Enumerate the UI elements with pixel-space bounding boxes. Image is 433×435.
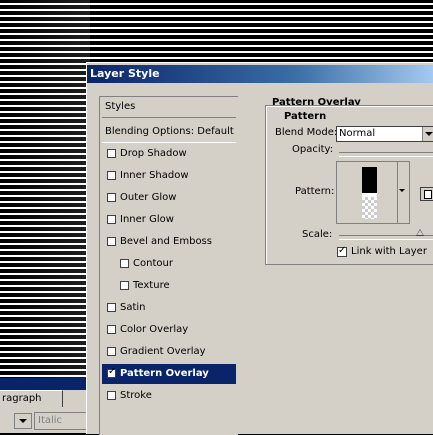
- style-item-inner-glow[interactable]: Inner Glow: [102, 210, 236, 230]
- dialog-titlebar[interactable]: Layer Style: [87, 65, 433, 83]
- style-item-label: Bevel and Emboss: [120, 236, 212, 247]
- style-item-label: Contour: [133, 258, 173, 269]
- chevron-down-icon[interactable]: [399, 186, 407, 196]
- transparency-checker: [362, 197, 377, 219]
- style-item-pattern-overlay[interactable]: ✓ Pattern Overlay: [102, 364, 236, 384]
- style-item-drop-shadow[interactable]: Drop Shadow: [102, 144, 236, 164]
- scale-slider-thumb[interactable]: [416, 229, 424, 236]
- pattern-swatch: [362, 167, 377, 219]
- style-item-label: Outer Glow: [120, 192, 177, 203]
- style-item-texture[interactable]: Texture: [102, 276, 236, 296]
- opacity-slider[interactable]: [339, 152, 433, 157]
- style-checkbox[interactable]: [107, 193, 116, 202]
- style-item-inner-shadow[interactable]: Inner Shadow: [102, 166, 236, 186]
- link-with-layer-checkbox[interactable]: ✓: [337, 245, 347, 257]
- style-checkbox[interactable]: [120, 281, 129, 290]
- layer-style-dialog: Layer Style Styles Blending Options: Defa…: [86, 62, 433, 435]
- opacity-label: Opacity:: [292, 144, 334, 155]
- paragraph-panel-titlebar: [0, 378, 88, 390]
- style-item-label: Texture: [133, 280, 170, 291]
- pattern-label: Pattern:: [295, 186, 335, 197]
- style-checkbox[interactable]: [107, 347, 116, 356]
- striped-canvas: [0, 0, 90, 433]
- link-with-layer-label: Link with Layer: [351, 246, 427, 257]
- check-icon: ✓: [338, 245, 347, 256]
- style-item-label: Color Overlay: [120, 324, 189, 335]
- style-item-label: Satin: [120, 302, 146, 313]
- blend-mode-select[interactable]: Normal: [336, 126, 433, 142]
- styles-header-label: Styles: [105, 101, 136, 112]
- style-item-bevel-and-emboss[interactable]: Bevel and Emboss: [102, 232, 236, 252]
- style-item-label: Drop Shadow: [120, 148, 187, 159]
- style-checkbox[interactable]: [107, 325, 116, 334]
- paragraph-tab[interactable]: ragraph: [0, 390, 63, 407]
- style-item-label: Gradient Overlay: [120, 346, 206, 357]
- style-item-gradient-overlay[interactable]: Gradient Overlay: [102, 342, 236, 362]
- pattern-picker[interactable]: [336, 161, 410, 224]
- style-item-label: Inner Shadow: [120, 170, 189, 181]
- style-item-label: Blending Options: Default: [105, 126, 234, 137]
- pattern-swatch-dark: [362, 167, 377, 193]
- style-item-color-overlay[interactable]: Color Overlay: [102, 320, 236, 340]
- style-item-stroke[interactable]: Stroke: [102, 386, 236, 406]
- pattern-group-title: Pattern: [282, 110, 329, 124]
- style-item-outer-glow[interactable]: Outer Glow: [102, 188, 236, 208]
- check-icon: ✓: [108, 366, 117, 377]
- style-item-satin[interactable]: Satin: [102, 298, 236, 318]
- style-item-label: Stroke: [120, 390, 152, 401]
- style-checkbox[interactable]: [120, 259, 129, 268]
- style-checkbox[interactable]: [107, 149, 116, 158]
- styles-header[interactable]: Styles: [102, 97, 236, 118]
- font-style-field[interactable]: Italic: [34, 412, 93, 430]
- style-item-label: Pattern Overlay: [120, 368, 209, 379]
- style-checkbox[interactable]: [107, 303, 116, 312]
- style-item-label: Inner Glow: [120, 214, 174, 225]
- new-pattern-icon[interactable]: [420, 187, 433, 201]
- chevron-down-icon[interactable]: [422, 127, 433, 141]
- style-checkbox[interactable]: [107, 215, 116, 224]
- dialog-title: Layer Style: [90, 67, 160, 80]
- pattern-divider: [397, 162, 398, 223]
- blend-mode-label: Blend Mode:: [275, 127, 338, 138]
- chevron-down-icon[interactable]: [14, 413, 32, 429]
- style-item-blending-options-default[interactable]: Blending Options: Default: [102, 122, 236, 143]
- style-checkbox[interactable]: ✓: [107, 366, 117, 378]
- style-checkbox[interactable]: [107, 237, 116, 246]
- style-checkbox[interactable]: [107, 171, 116, 180]
- scale-label: Scale:: [302, 229, 333, 240]
- style-item-contour[interactable]: Contour: [102, 254, 236, 274]
- styles-list: Styles Blending Options: Default Drop Shad…: [99, 96, 238, 435]
- style-checkbox[interactable]: [107, 391, 116, 400]
- blend-mode-value: Normal: [339, 128, 376, 139]
